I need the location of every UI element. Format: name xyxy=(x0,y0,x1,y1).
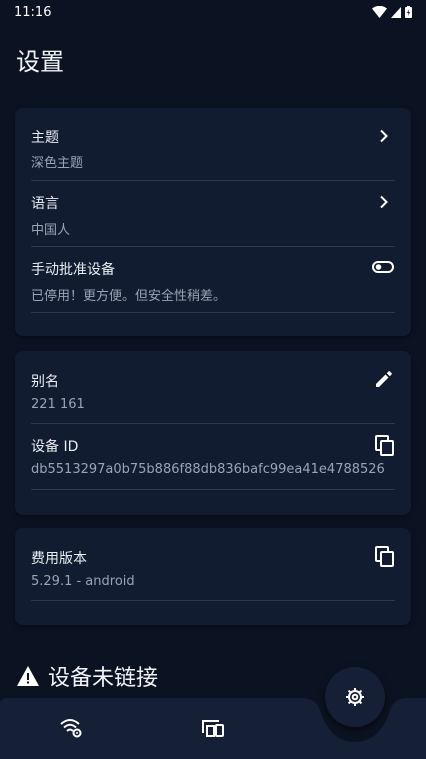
settings-card-version: 费用版本 5.29.1 - android xyxy=(15,528,411,625)
warning-icon xyxy=(17,666,39,686)
setting-title-language: 语言 xyxy=(31,196,59,212)
setting-row-theme[interactable]: 主题 深色主题 xyxy=(31,108,395,181)
wifi-signal-icon xyxy=(372,6,387,18)
setting-title-theme: 主题 xyxy=(31,130,59,146)
setting-title-alias: 别名 xyxy=(31,374,59,390)
toggle-off-icon[interactable] xyxy=(371,256,395,278)
setting-row-device-id[interactable]: 设备 ID db5513297a0b75b886f88db836bafc99ea… xyxy=(31,424,395,490)
setting-subtitle-theme: 深色主题 xyxy=(31,156,84,171)
setting-title-version: 费用版本 xyxy=(31,551,87,567)
gear-icon xyxy=(346,688,364,706)
settings-fab[interactable] xyxy=(325,667,385,727)
setting-subtitle-version: 5.29.1 - android xyxy=(31,574,135,589)
chevron-right-icon xyxy=(373,191,395,213)
status-time: 11:16 xyxy=(14,4,52,20)
setting-row-language[interactable]: 语言 中国人 xyxy=(31,181,395,247)
setting-row-alias[interactable]: 别名 221 161 xyxy=(31,351,395,424)
setting-subtitle-alias: 221 161 xyxy=(31,397,85,412)
device-not-linked-warning: 设备未链接 xyxy=(16,660,158,692)
wifi-settings-icon xyxy=(60,719,82,738)
copy-icon[interactable] xyxy=(373,545,395,567)
devices-icon xyxy=(202,720,224,737)
cell-signal-icon xyxy=(391,6,401,18)
setting-row-version[interactable]: 费用版本 5.29.1 - android xyxy=(31,528,395,601)
battery-icon xyxy=(405,6,412,18)
chevron-right-icon xyxy=(373,125,395,147)
setting-subtitle-device-id: db5513297a0b75b886f88db836bafc99ea41e478… xyxy=(31,462,385,477)
setting-row-manual-approval[interactable]: 手动批准设备 已停用！更方便。但安全性稍差。 xyxy=(31,247,395,313)
nav-devices[interactable] xyxy=(199,714,227,742)
settings-card-general: 主题 深色主题 语言 中国人 手动批准设备 已停用！更方便。但安全性稍差。 xyxy=(15,108,411,336)
edit-icon[interactable] xyxy=(373,368,395,390)
page-title: 设置 xyxy=(16,48,64,76)
setting-subtitle-language: 中国人 xyxy=(31,223,71,238)
setting-title-device-id: 设备 ID xyxy=(31,439,79,455)
nav-wifi-settings[interactable] xyxy=(58,714,86,742)
status-bar: 11:16 xyxy=(0,0,426,24)
copy-icon[interactable] xyxy=(373,434,395,456)
setting-title-manual-approval: 手动批准设备 xyxy=(31,262,115,278)
warning-text: 设备未链接 xyxy=(48,666,159,691)
status-icons xyxy=(372,6,412,18)
settings-card-device: 别名 221 161 设备 ID db5513297a0b75b886f88db… xyxy=(15,351,411,515)
setting-subtitle-manual-approval: 已停用！更方便。但安全性稍差。 xyxy=(31,289,227,304)
